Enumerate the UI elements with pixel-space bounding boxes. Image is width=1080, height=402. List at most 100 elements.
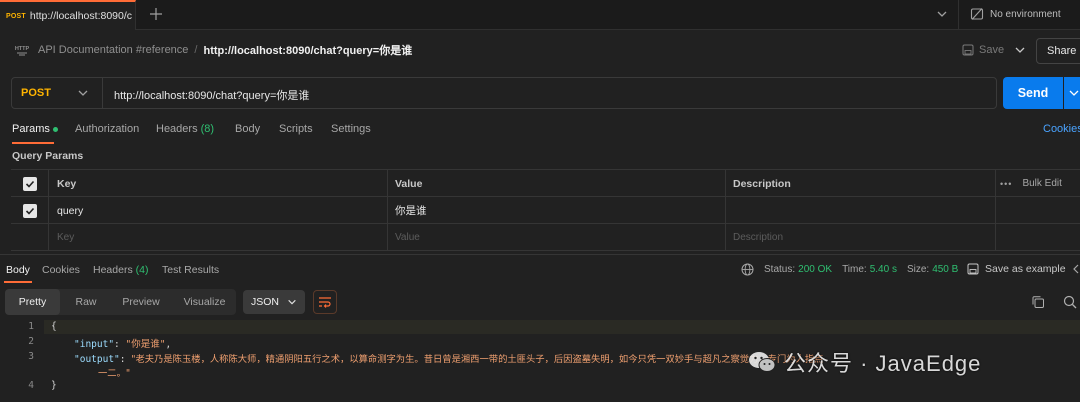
- send-options-button[interactable]: [1064, 77, 1080, 109]
- param-description-cell[interactable]: [726, 197, 996, 224]
- new-key-input[interactable]: Key: [49, 224, 388, 251]
- query-params-table: Key Value Description ••• Bulk Edit quer…: [11, 169, 1080, 252]
- row-actions-cell: [996, 197, 1080, 224]
- empty-actions-cell: [996, 224, 1080, 251]
- params-active-dot: [52, 126, 58, 132]
- environment-selector[interactable]: No environment: [970, 6, 1061, 22]
- url-input[interactable]: http://localhost:8090/chat?query=你是谁: [114, 87, 309, 103]
- view-mode-visualize[interactable]: Visualize: [173, 289, 236, 315]
- headers-count: (8): [200, 123, 215, 135]
- checkmark-icon: [25, 207, 34, 215]
- wechat-logo-icon: [749, 352, 776, 372]
- time-label: Time:: [842, 264, 867, 275]
- param-key-cell[interactable]: query: [49, 197, 388, 224]
- tab-params[interactable]: Params: [12, 123, 58, 135]
- divider: [958, 0, 959, 30]
- response-tab-cookies[interactable]: Cookies: [42, 264, 80, 276]
- share-button[interactable]: Share: [1036, 38, 1080, 64]
- response-headers-count: (4): [135, 264, 149, 276]
- checkmark-icon: [25, 180, 34, 188]
- tab-scripts[interactable]: Scripts: [279, 123, 313, 135]
- more-options-icon[interactable]: •••: [1000, 179, 1012, 189]
- response-status-bar: Status: 200 OK Time: 5.40 s Size: 450 B: [764, 264, 958, 275]
- json-colon: :: [119, 354, 132, 365]
- more-options-icon[interactable]: [1072, 262, 1080, 276]
- tab-settings[interactable]: Settings: [331, 123, 371, 135]
- copy-icon[interactable]: [1031, 295, 1045, 309]
- save-as-example-label: Save as example: [985, 263, 1066, 275]
- tab-url: http://localhost:8090/c: [29, 10, 133, 22]
- column-header-description: Description: [726, 170, 996, 197]
- json-comma: ,: [165, 339, 172, 350]
- status-label: Status:: [764, 264, 796, 275]
- new-description-input[interactable]: Description: [726, 224, 996, 251]
- bulk-edit-button[interactable]: Bulk Edit: [1022, 178, 1061, 189]
- table-row-empty: Key Value Description: [11, 224, 1080, 251]
- json-string: "老夫乃是陈玉楼，人称陈大师，精通阴阳五行之术，以算命测字为生。昔日曾是湘西一带…: [131, 354, 824, 365]
- tab-authorization[interactable]: Authorization: [75, 123, 139, 135]
- tab-method: POST: [6, 12, 26, 20]
- save-icon: [967, 263, 979, 275]
- method-label: POST: [21, 87, 51, 99]
- svg-text:HTTP: HTTP: [15, 46, 30, 52]
- format-label: JSON: [251, 296, 280, 308]
- query-params-title: Query Params: [12, 150, 84, 162]
- line-number: 4: [28, 380, 34, 391]
- new-value-input[interactable]: Value: [388, 224, 726, 251]
- response-headers-label: Headers: [93, 264, 133, 276]
- select-all-checkbox[interactable]: [22, 176, 37, 191]
- save-button[interactable]: Save: [962, 41, 1004, 59]
- send-button[interactable]: Send: [1003, 77, 1063, 109]
- line-number: 1: [28, 321, 34, 332]
- chevron-down-icon: [1069, 90, 1079, 96]
- param-value-cell[interactable]: 你是谁: [388, 197, 726, 224]
- http-icon: HTTP: [15, 46, 30, 56]
- view-mode-pretty[interactable]: Pretty: [5, 289, 60, 315]
- breadcrumb-request[interactable]: http://localhost:8090/chat?query=你是谁: [203, 42, 412, 58]
- line-number: 3: [28, 351, 34, 362]
- globe-icon[interactable]: [741, 263, 754, 276]
- json-string: "你是谁": [125, 339, 166, 350]
- time-value[interactable]: 5.40 s: [870, 264, 897, 275]
- row-checkbox-cell[interactable]: [11, 197, 49, 224]
- response-tab-body[interactable]: Body: [6, 264, 30, 276]
- tab-headers[interactable]: Headers (8): [156, 123, 214, 135]
- breadcrumb-collection[interactable]: API Documentation #reference: [38, 44, 188, 56]
- format-selector[interactable]: JSON: [243, 290, 305, 314]
- code-line-3-wrap: 一二。": [98, 368, 131, 379]
- chevron-down-icon: [78, 90, 88, 96]
- current-line-highlight: [44, 320, 1080, 334]
- row-checkbox[interactable]: [22, 203, 37, 218]
- response-tab-headers[interactable]: Headers (4): [93, 264, 148, 276]
- table-header-row: Key Value Description ••• Bulk Edit: [11, 170, 1080, 197]
- chevron-down-icon[interactable]: [936, 8, 948, 20]
- save-as-example-button[interactable]: Save as example: [967, 263, 1066, 275]
- view-mode-raw[interactable]: Raw: [63, 289, 109, 315]
- search-icon[interactable]: [1063, 295, 1077, 309]
- json-colon: :: [114, 339, 126, 350]
- table-actions: ••• Bulk Edit: [996, 170, 1080, 197]
- line-number: 2: [28, 336, 34, 347]
- size-value[interactable]: 450 B: [932, 264, 958, 275]
- save-icon: [962, 44, 974, 56]
- breadcrumb: HTTP API Documentation #reference / http…: [14, 40, 412, 60]
- column-header-value: Value: [388, 170, 726, 197]
- wrap-lines-button[interactable]: [313, 290, 337, 314]
- header-checkbox-cell[interactable]: [11, 170, 49, 197]
- json-key: "input": [74, 339, 115, 350]
- no-environment-icon: [970, 8, 984, 20]
- code-line-2: "input": "你是谁",: [74, 336, 171, 350]
- save-options-chevron-icon[interactable]: [1014, 44, 1026, 56]
- method-selector[interactable]: POST: [11, 77, 103, 109]
- tab-active-request[interactable]: POST http://localhost:8090/c: [0, 0, 136, 30]
- tab-body[interactable]: Body: [235, 123, 260, 135]
- new-tab-plus-icon[interactable]: [148, 6, 164, 22]
- column-header-key: Key: [49, 170, 388, 197]
- cookies-link[interactable]: Cookies: [1043, 123, 1080, 135]
- size-label: Size:: [906, 264, 930, 275]
- active-tab-underline: [4, 281, 32, 283]
- json-key: "output": [74, 354, 120, 365]
- view-mode-preview[interactable]: Preview: [109, 289, 173, 315]
- status-badge[interactable]: 200 OK: [798, 264, 832, 275]
- response-tab-test-results[interactable]: Test Results: [162, 264, 219, 276]
